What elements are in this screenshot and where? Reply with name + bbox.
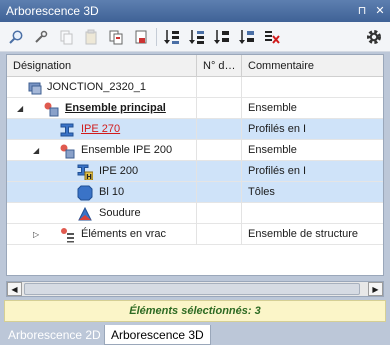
cell-number <box>197 140 242 161</box>
plate-icon <box>77 185 93 201</box>
row-label: Bl 10 <box>99 186 125 198</box>
cell-number <box>197 161 242 182</box>
cell-designation: ◢ Ensemble principal <box>7 98 197 119</box>
cell-number <box>197 119 242 140</box>
cell-designation: IPE 270 <box>7 119 197 140</box>
expand-icon[interactable]: ▷ <box>33 224 43 245</box>
cell-number <box>197 224 242 245</box>
cell-comment: Profilés en I <box>248 165 307 177</box>
tree-row-ipe-200[interactable]: H IPE 200 Profilés en I <box>7 161 383 182</box>
duplicate-icon[interactable] <box>106 27 126 47</box>
tree-row-soudure[interactable]: Soudure <box>7 203 383 224</box>
row-label: IPE 270 <box>81 123 121 135</box>
sort-asc-icon[interactable] <box>162 27 182 47</box>
loose-elements-icon <box>59 227 75 243</box>
tree-view[interactable]: Désignation N° d… Commentaire JONCTION_2… <box>6 54 384 276</box>
link-icon[interactable] <box>31 27 51 47</box>
joint-icon <box>27 80 43 96</box>
collapse-icon[interactable]: ◢ <box>17 98 27 119</box>
tab-arborescence-3d[interactable]: Arborescence 3D <box>104 325 211 345</box>
column-header-designation[interactable]: Désignation <box>7 55 197 77</box>
column-header-comment[interactable]: Commentaire <box>242 55 383 77</box>
cell-number <box>197 98 242 119</box>
panel-tabs: Arborescence 2D Arborescence 3D <box>0 325 390 345</box>
collapse-icon[interactable]: ◢ <box>33 140 43 161</box>
cell-designation: JONCTION_2320_1 <box>7 77 197 98</box>
toolbar-separator <box>156 27 157 46</box>
sort-za-icon[interactable] <box>237 27 257 47</box>
row-label: IPE 200 <box>99 165 139 177</box>
arborescence-3d-panel: Arborescence 3D ⊓ ✕ Désignation N° d… Co… <box>0 0 390 345</box>
panel-title: Arborescence 3D <box>6 4 99 18</box>
scroll-left-icon[interactable]: ◀ <box>7 282 22 296</box>
row-label: Ensemble principal <box>65 102 166 114</box>
scroll-right-icon[interactable]: ▶ <box>368 282 383 296</box>
svg-text:H: H <box>86 173 92 180</box>
paste-icon[interactable] <box>81 27 101 47</box>
cell-designation: ◢ Ensemble IPE 200 <box>7 140 197 161</box>
i-beam-icon <box>59 122 75 138</box>
close-icon[interactable]: ✕ <box>374 0 386 22</box>
row-label: Ensemble IPE 200 <box>81 144 173 156</box>
cell-comment: Ensemble <box>248 144 297 156</box>
cell-comment: Ensemble de structure <box>248 228 359 240</box>
search-icon[interactable] <box>6 27 26 47</box>
cell-comment <box>242 203 383 224</box>
assembly-icon <box>59 143 75 159</box>
cell-comment: Tôles <box>248 186 275 198</box>
copy-icon[interactable] <box>56 27 76 47</box>
row-label: JONCTION_2320_1 <box>47 81 147 93</box>
tree-row-ensemble-principal[interactable]: ◢ Ensemble principal Ensemble <box>7 98 383 119</box>
column-header-number[interactable]: N° d… <box>197 55 242 77</box>
toolbar <box>0 22 390 52</box>
cell-designation: H IPE 200 <box>7 161 197 182</box>
cell-number <box>197 77 242 98</box>
row-label: Soudure <box>99 207 141 219</box>
sort-desc-icon[interactable] <box>187 27 207 47</box>
gear-icon[interactable] <box>364 27 384 47</box>
tree-row-jonction[interactable]: JONCTION_2320_1 <box>7 77 383 98</box>
tree-header: Désignation N° d… Commentaire <box>7 55 383 77</box>
tree-row-elements-en-vrac[interactable]: ▷ Éléments en vrac Ensemble de structure <box>7 224 383 245</box>
tab-arborescence-2d[interactable]: Arborescence 2D <box>2 325 107 345</box>
horizontal-scrollbar[interactable]: ◀ ▶ <box>6 281 384 297</box>
titlebar-controls: ⊓ ✕ <box>356 0 386 22</box>
cell-number <box>197 182 242 203</box>
cell-comment <box>242 77 383 98</box>
cell-comment: Ensemble <box>248 102 297 114</box>
cell-designation: ▷ Éléments en vrac <box>7 224 197 245</box>
pin-icon[interactable]: ⊓ <box>356 0 368 22</box>
assembly-icon <box>43 101 59 117</box>
row-label: Éléments en vrac <box>81 228 166 240</box>
sort-az-icon[interactable] <box>212 27 232 47</box>
tree-row-ensemble-ipe-200[interactable]: ◢ Ensemble IPE 200 Ensemble <box>7 140 383 161</box>
cell-designation: Soudure <box>7 203 197 224</box>
cell-comment: Profilés en I <box>248 123 307 135</box>
export-icon[interactable] <box>131 27 151 47</box>
cell-designation: Bl 10 <box>7 182 197 203</box>
i-beam-h-icon: H <box>77 164 94 181</box>
tree-row-bl-10[interactable]: Bl 10 Tôles <box>7 182 383 203</box>
tree-row-ipe-270[interactable]: IPE 270 Profilés en I <box>7 119 383 140</box>
clear-filter-icon[interactable] <box>262 27 282 47</box>
selection-status: Éléments sélectionnés: 3 <box>4 300 386 322</box>
weld-icon <box>77 206 93 222</box>
panel-titlebar: Arborescence 3D ⊓ ✕ <box>0 0 390 22</box>
scrollbar-thumb[interactable] <box>24 283 360 295</box>
cell-number <box>197 203 242 224</box>
